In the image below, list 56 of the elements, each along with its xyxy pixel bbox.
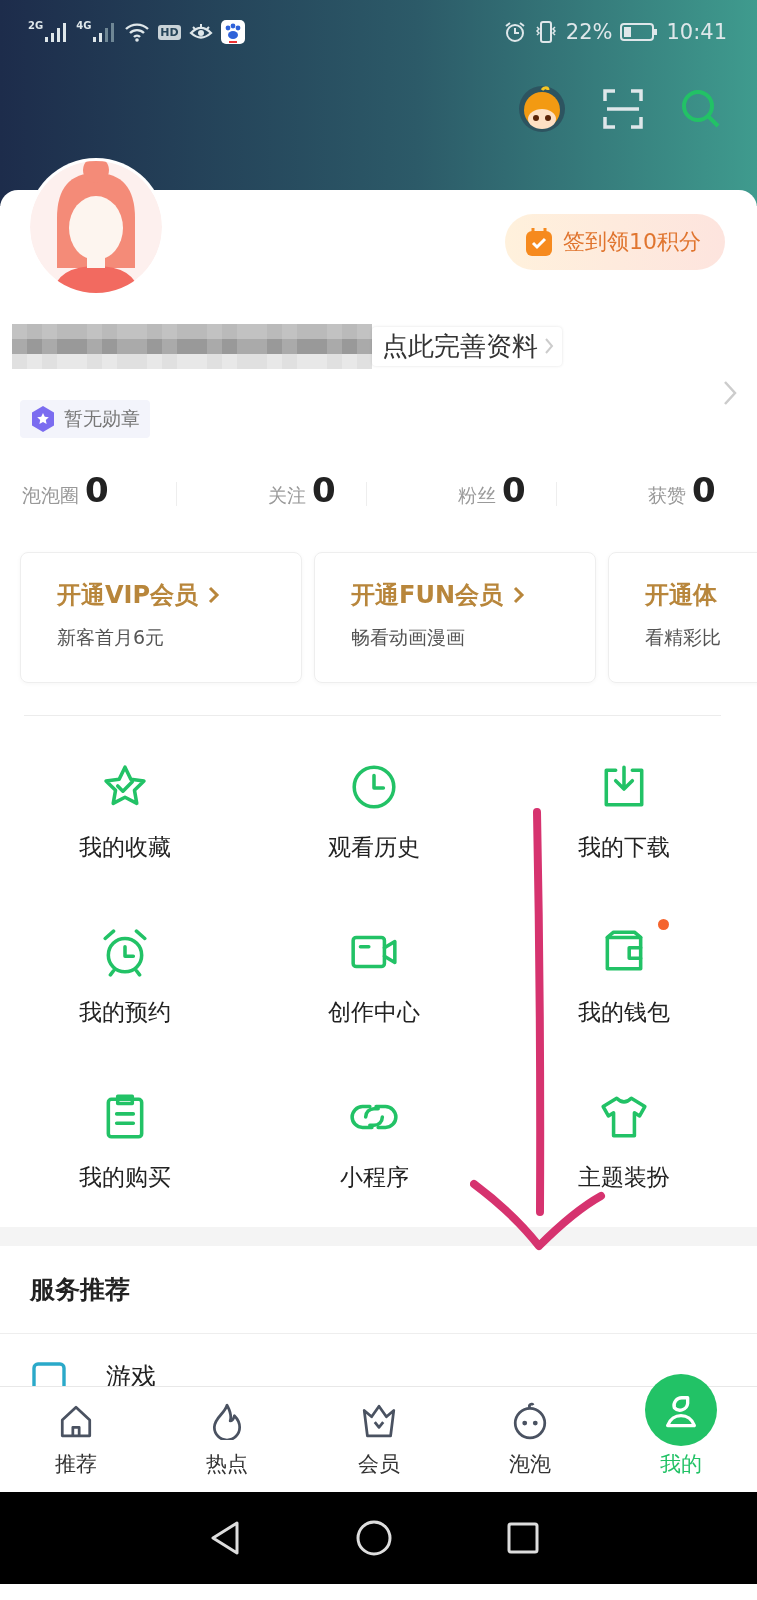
- membership-title: 开通体: [645, 580, 717, 611]
- chevron-icon: [208, 586, 221, 604]
- paw-app-icon: [220, 20, 245, 44]
- membership-title: 开通FUN会员: [351, 580, 503, 611]
- wifi-icon: [124, 22, 151, 42]
- avatar[interactable]: [27, 158, 165, 296]
- eye-icon: [188, 23, 213, 41]
- feature-item[interactable]: 我的购买: [64, 1080, 185, 1193]
- calendar-check-icon: [525, 227, 553, 257]
- stat-value: 0: [502, 470, 526, 510]
- network-label: 2G: [28, 20, 44, 31]
- battery-percent: 22%: [565, 20, 613, 44]
- membership-title: 开通VIP会员: [57, 580, 199, 611]
- stat-label: 泡泡圈: [22, 483, 79, 508]
- medal-badge[interactable]: 暂无勋章: [20, 400, 150, 438]
- chevron-icon: [544, 337, 554, 355]
- membership-subtitle: 新客首月6元: [57, 625, 166, 650]
- stat-label: 粉丝: [458, 483, 496, 508]
- tab-item[interactable]: 会员: [302, 1387, 455, 1492]
- stat-label: 关注: [268, 483, 306, 508]
- mascot-icon[interactable]: [519, 86, 565, 132]
- signal-icon: [92, 22, 117, 42]
- membership-card[interactable]: 开通VIP会员 新客首月6元: [20, 552, 302, 683]
- chevron-icon: [512, 586, 525, 604]
- stat-value: 0: [692, 470, 716, 510]
- feature-item[interactable]: 创作中心: [314, 915, 435, 1028]
- membership-card[interactable]: 开通体 看精彩比: [608, 552, 757, 683]
- tab-item[interactable]: 泡泡: [454, 1387, 606, 1492]
- recents-icon[interactable]: [506, 1522, 539, 1554]
- feature-item[interactable]: 观看历史: [314, 750, 435, 863]
- membership-subtitle: 畅看动画漫画: [351, 625, 466, 650]
- feature-item[interactable]: 我的钱包: [564, 915, 685, 1028]
- membership-card[interactable]: 开通FUN会员 畅看动画漫画: [314, 552, 596, 683]
- signal-icon: [44, 22, 69, 42]
- tab-item[interactable]: 推荐: [0, 1387, 152, 1492]
- membership-subtitle: 看精彩比: [645, 625, 722, 650]
- scan-icon[interactable]: [603, 89, 643, 129]
- stat-value: 0: [85, 470, 109, 510]
- section-title: 服务推荐: [0, 1246, 757, 1334]
- feature-item[interactable]: 主题装扮: [564, 1080, 685, 1193]
- feature-item[interactable]: 我的收藏: [64, 750, 185, 863]
- battery-icon: [620, 22, 659, 42]
- edit-profile-link[interactable]: 点此完善资料: [372, 326, 562, 366]
- feature-item[interactable]: 我的下载: [564, 750, 685, 863]
- network-label: 4G: [76, 20, 92, 31]
- feature-item[interactable]: 小程序: [326, 1080, 423, 1193]
- vibrate-icon: [533, 20, 558, 44]
- stat-value: 0: [312, 470, 336, 510]
- hd-label: HD: [158, 24, 181, 40]
- clock-time: 10:41: [666, 20, 727, 44]
- feature-item[interactable]: 我的预约: [64, 915, 185, 1028]
- tab-item[interactable]: 热点: [151, 1387, 303, 1492]
- home-icon[interactable]: [355, 1520, 392, 1556]
- hexagon-star-icon: [30, 405, 56, 433]
- stat-label: 获赞: [648, 483, 686, 508]
- alarm-icon: [503, 21, 526, 43]
